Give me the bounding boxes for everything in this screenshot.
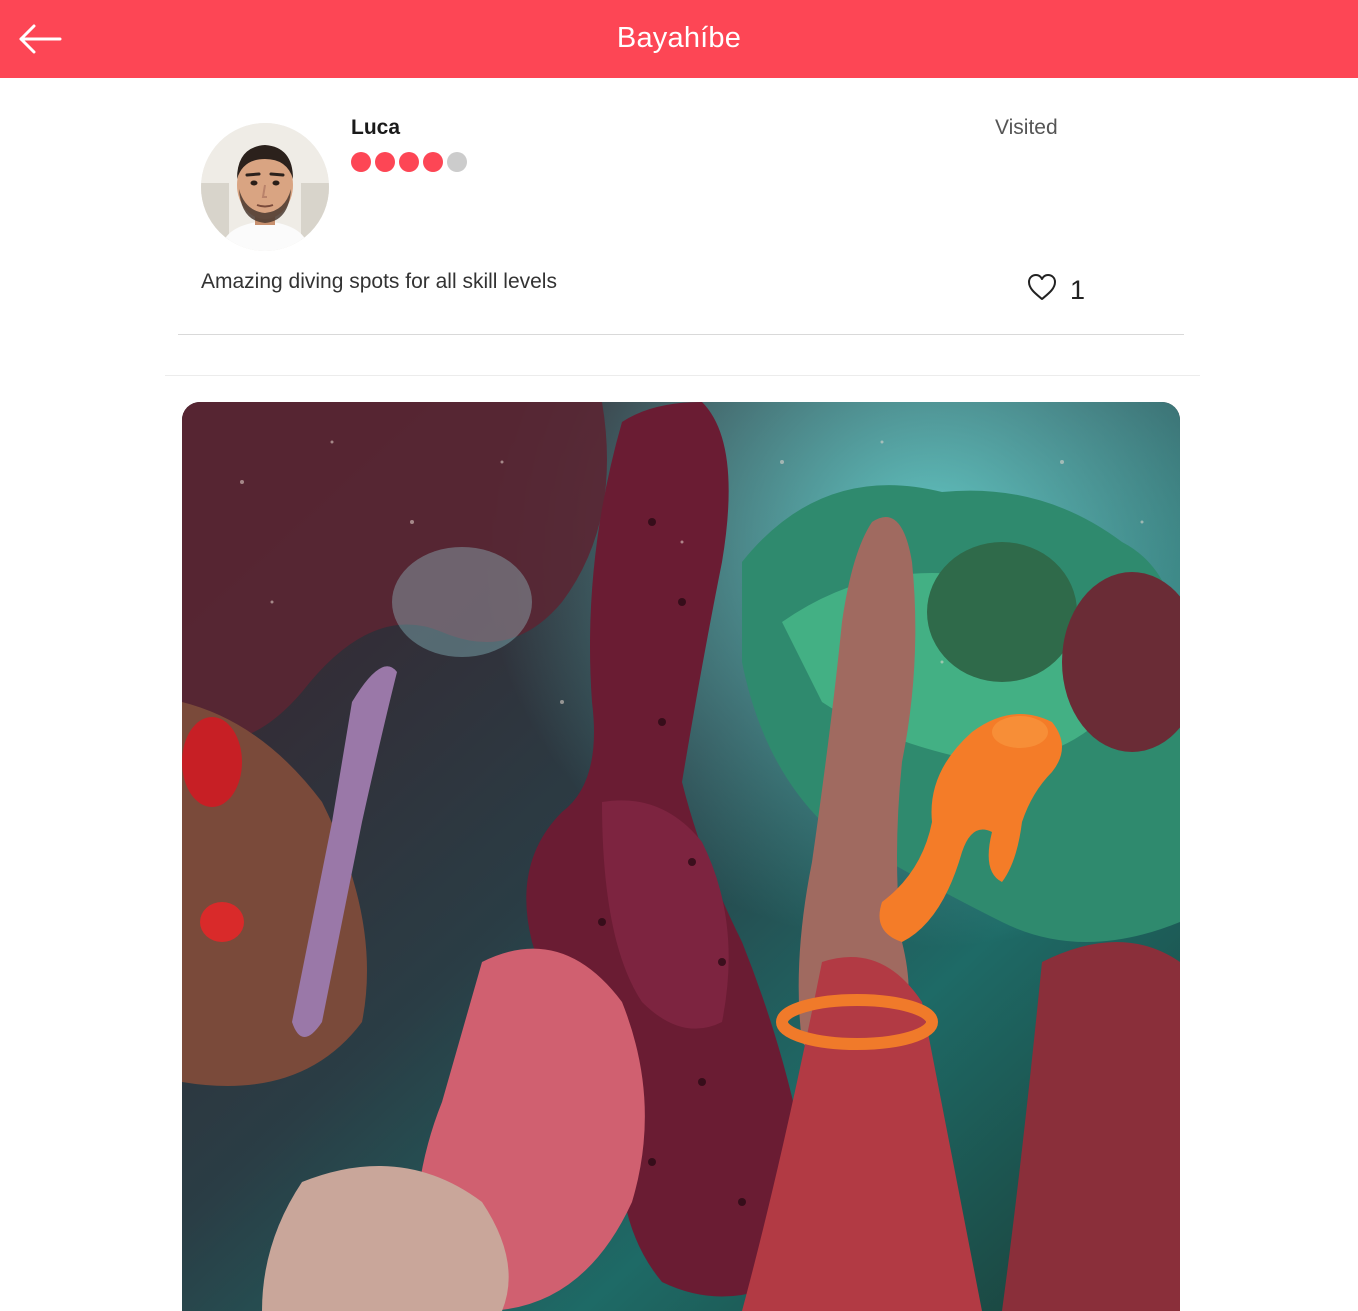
app-bar: Bayahíbe: [0, 0, 1358, 78]
user-avatar-icon: [201, 123, 329, 251]
heart-outline-icon: [1028, 274, 1056, 300]
divider: [165, 375, 1200, 376]
rating-dot-filled: [375, 152, 395, 172]
rating-dot-filled: [399, 152, 419, 172]
divider: [178, 334, 1184, 335]
avatar[interactable]: [201, 123, 329, 251]
rating-dot-filled: [423, 152, 443, 172]
rating-dot-filled: [351, 152, 371, 172]
review-photo[interactable]: [182, 402, 1180, 1311]
review-author[interactable]: Luca: [351, 116, 400, 140]
status-label: Visited: [995, 116, 1058, 139]
coral-reef-photo: [182, 402, 1180, 1311]
review-text: Amazing diving spots for all skill level…: [201, 270, 557, 293]
rating-dot-empty: [447, 152, 467, 172]
like-button[interactable]: [1026, 272, 1058, 302]
page-title: Bayahíbe: [616, 22, 742, 54]
rating-dots: [351, 152, 467, 172]
like-count: 1: [1070, 275, 1086, 305]
